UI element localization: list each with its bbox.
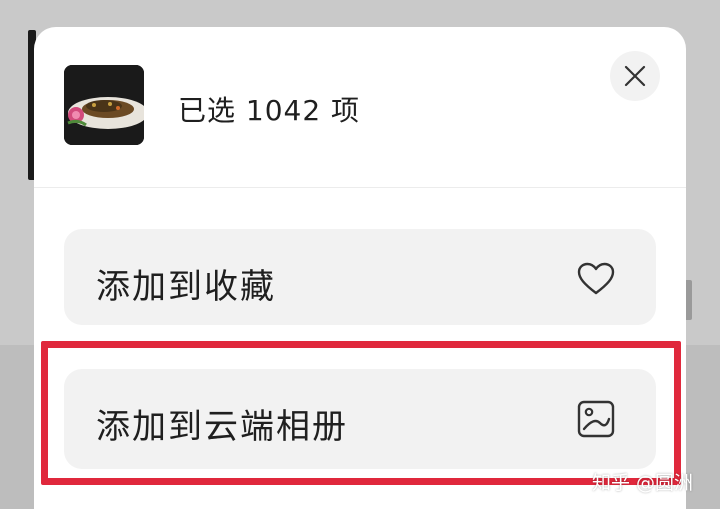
selection-count: 已选 1042 项 <box>178 94 361 127</box>
close-icon <box>624 65 646 87</box>
heart-icon <box>576 259 616 299</box>
add-to-favorites-label: 添加到收藏 <box>96 267 276 307</box>
selected-photo-thumbnail <box>64 65 144 145</box>
sheet-header: 已选 1042 项 <box>34 27 686 188</box>
watermark: 知乎 @圆洲 <box>592 472 694 494</box>
close-button[interactable] <box>610 51 660 101</box>
highlight-annotation-box <box>41 341 681 485</box>
add-to-favorites-button[interactable]: 添加到收藏 <box>64 229 656 325</box>
